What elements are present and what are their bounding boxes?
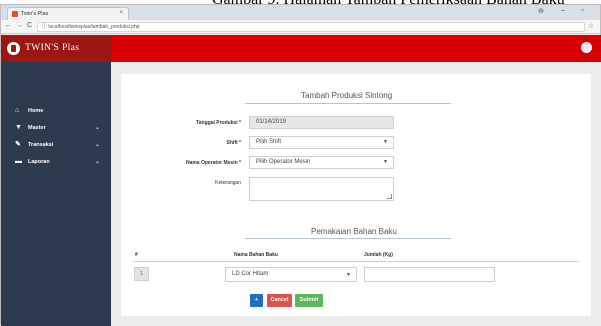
site-info-icon[interactable]: ⓘ <box>42 24 47 30</box>
operator-label: Nama Operator Mesin * <box>185 160 241 166</box>
row-number: 1 <box>134 267 149 281</box>
caret-down-icon: ▼ <box>383 159 388 165</box>
sidebar-item-label: Transaksi <box>28 142 54 148</box>
sidebar-item-label: Master <box>28 125 46 131</box>
url-input[interactable]: ⓘ localhost/twinsplas/tambah_produksi.ph… <box>37 22 585 32</box>
form-card: Tambah Produksi Sintong Tanggal Produksi… <box>121 74 591 316</box>
sidebar-item-laporan[interactable]: ▬ Laporan ⌄ <box>1 154 111 171</box>
table-header-divider <box>133 261 579 262</box>
caret-down-icon: ▼ <box>383 139 388 145</box>
shift-select[interactable]: Pilih Shift ▼ <box>249 136 394 149</box>
database-icon: ▼ <box>15 124 22 131</box>
tab-title: Twin's Plas <box>21 11 49 17</box>
shift-label: Shift * <box>226 140 241 146</box>
brand-logo-icon <box>7 42 20 55</box>
chevron-down-icon: ⌄ <box>94 125 100 131</box>
keterangan-textarea[interactable] <box>249 177 394 201</box>
sidebar: TWIN'S Plas ⌂ Home ▼ Master ⌄ ✎ Transaks… <box>1 35 111 326</box>
cancel-button[interactable]: Cancel <box>267 294 292 307</box>
caret-down-icon: ▼ <box>346 272 351 278</box>
brand-header[interactable]: TWIN'S Plas <box>1 35 111 62</box>
report-icon: ▬ <box>15 158 22 165</box>
url-text: localhost/twinsplas/tambah_produksi.php <box>48 24 140 30</box>
bahan-title: Pemakaian Bahan Baku <box>311 227 397 236</box>
sidebar-item-home[interactable]: ⌂ Home <box>1 103 111 120</box>
sidebar-item-label: Home <box>28 108 44 114</box>
bookmark-star-icon[interactable]: ☆ <box>588 22 594 30</box>
tab-bar: Twin's Plas × ⊖ – ▫ <box>1 5 600 20</box>
jumlah-input[interactable] <box>364 267 495 282</box>
operator-select[interactable]: Pilih Operator Mesin ▼ <box>249 156 394 169</box>
minimize-icon[interactable]: – <box>561 7 565 14</box>
forward-icon[interactable]: → <box>16 22 23 29</box>
address-bar: ← → C ⓘ localhost/twinsplas/tambah_produ… <box>1 20 600 34</box>
tanggal-produksi-input[interactable]: 01/14/2019 <box>249 116 394 129</box>
submit-button[interactable]: Submit <box>295 294 323 307</box>
bahan-divider <box>245 238 451 239</box>
sidebar-item-label: Laporan <box>28 159 50 165</box>
chevron-down-icon: ⌄ <box>94 142 100 148</box>
back-icon[interactable]: ← <box>5 22 12 29</box>
brand-name: TWIN'S Plas <box>25 43 80 53</box>
main-content: Tambah Produksi Sintong Tanggal Produksi… <box>111 62 601 326</box>
add-row-button[interactable]: + <box>250 294 263 307</box>
sidebar-menu: ⌂ Home ▼ Master ⌄ ✎ Transaksi ⌄ ▬ Lapora… <box>1 103 111 171</box>
col-nama-header: Nama Bahan Baku <box>234 252 278 258</box>
sidebar-item-master[interactable]: ▼ Master ⌄ <box>1 120 111 137</box>
col-no-header: # <box>135 252 138 258</box>
maximize-icon[interactable]: ▫ <box>581 7 583 14</box>
form-title: Tambah Produksi Sintong <box>301 91 393 100</box>
bahan-baku-select[interactable]: LD Cor Hitam ▼ <box>225 267 357 282</box>
home-icon: ⌂ <box>15 107 20 114</box>
col-jumlah-header: Jumlah (Kg) <box>364 252 393 258</box>
reload-icon[interactable]: C <box>27 22 32 29</box>
sidebar-item-transaksi[interactable]: ✎ Transaksi ⌄ <box>1 137 111 154</box>
user-avatar-icon[interactable] <box>581 42 592 53</box>
tanggal-label: Tanggal Produksi * <box>196 120 241 126</box>
keterangan-label: Keterangan <box>215 180 241 186</box>
profile-icon[interactable]: ⊖ <box>538 7 544 15</box>
tab-close-icon[interactable]: × <box>119 10 123 16</box>
favicon-icon <box>12 11 18 17</box>
browser-window: Twin's Plas × ⊖ – ▫ ← → C ⓘ localhost/tw… <box>0 4 601 326</box>
browser-tab[interactable]: Twin's Plas × <box>7 7 129 20</box>
pencil-icon: ✎ <box>15 141 21 148</box>
top-navbar <box>111 35 601 62</box>
title-divider <box>245 103 451 104</box>
chevron-down-icon: ⌄ <box>94 159 100 165</box>
